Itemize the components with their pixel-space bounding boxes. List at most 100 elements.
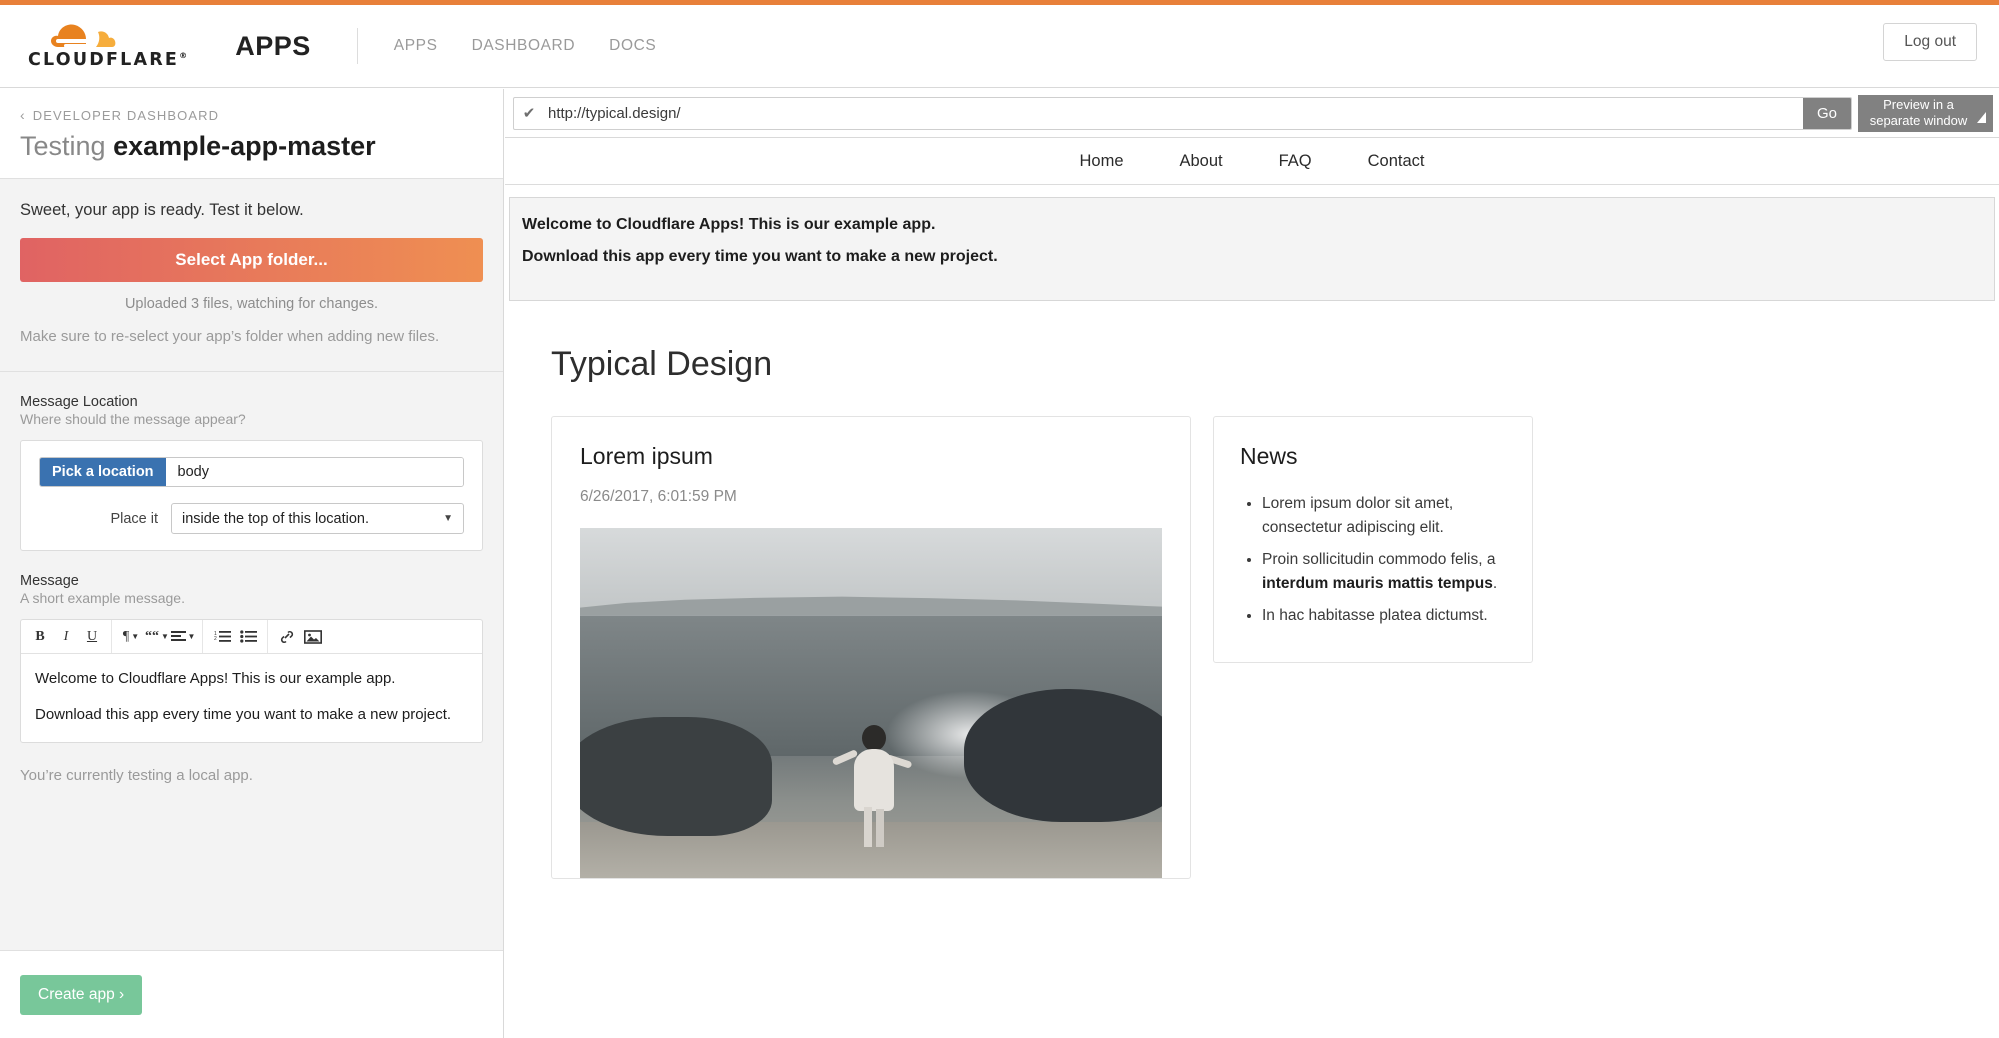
- list-item: Proin sollicitudin commodo felis, a inte…: [1262, 548, 1506, 596]
- location-selector-input[interactable]: [165, 458, 463, 486]
- italic-icon[interactable]: I: [53, 624, 79, 650]
- preview-separate-line1: Preview in a: [1883, 97, 1954, 113]
- underline-icon[interactable]: U: [79, 624, 105, 650]
- paragraph-style-icon[interactable]: ¶ ▼: [118, 624, 144, 650]
- preview-separate-line2: separate window: [1869, 113, 1968, 128]
- news-item-text: Proin sollicitudin commodo felis, a: [1262, 551, 1496, 569]
- news-title: News: [1240, 443, 1298, 469]
- injected-message-line-1: Welcome to Cloudflare Apps! This is our …: [522, 216, 936, 233]
- cloudflare-wordmark: CLOUDFLARE®: [28, 49, 190, 70]
- toolbar-group-insert: [268, 620, 332, 653]
- site-nav-link-home[interactable]: Home: [1051, 140, 1151, 183]
- place-it-label: Place it: [110, 510, 158, 527]
- photo-figure-dress: [853, 748, 894, 811]
- article-card: Lorem ipsum 6/26/2017, 6:01:59 PM: [551, 416, 1191, 879]
- site-nav-item-faq[interactable]: FAQ: [1251, 140, 1340, 183]
- breadcrumb-label: DEVELOPER DASHBOARD: [32, 107, 220, 123]
- logout-button[interactable]: Log out: [1883, 23, 1977, 61]
- local-app-note: You’re currently testing a local app.: [20, 766, 253, 784]
- editor-content[interactable]: Welcome to Cloudflare Apps! This is our …: [21, 654, 482, 742]
- align-icon[interactable]: ▼: [170, 624, 196, 650]
- url-input-wrap: ✔ Go: [513, 96, 1852, 130]
- message-label: Message: [20, 573, 79, 589]
- article-photo: [580, 528, 1162, 878]
- site-nav-list: Home About FAQ Contact: [1051, 140, 1452, 183]
- site-cards: Lorem ipsum 6/26/2017, 6:01:59 PM News •…: [551, 416, 1953, 879]
- chevron-left-icon: ‹: [20, 107, 26, 123]
- editor-paragraph-1: Welcome to Cloudflare Apps! This is our …: [35, 670, 396, 687]
- location-input-row: Pick a location: [39, 457, 464, 487]
- photo-figure: [831, 687, 913, 847]
- site-nav-item-home[interactable]: Home: [1051, 140, 1151, 183]
- field-message: Message A short example message. B I U ¶…: [20, 573, 483, 743]
- cloudflare-logo[interactable]: CLOUDFLARE®: [28, 23, 189, 70]
- link-icon[interactable]: [274, 624, 300, 650]
- site-nav-item-about[interactable]: About: [1152, 140, 1251, 183]
- rich-text-editor: B I U ¶ ▼ ““ ▼ ▼ 1 2 Welcome to Cloudfla…: [20, 619, 483, 743]
- sidebar-header: ‹ DEVELOPER DASHBOARD Testing example-ap…: [0, 89, 503, 179]
- ready-message: Sweet, your app is ready. Test it below.: [20, 201, 304, 219]
- dropdown-triangle-icon: [1977, 111, 1986, 123]
- injected-message-banner: Welcome to Cloudflare Apps! This is our …: [509, 197, 1995, 301]
- place-it-select[interactable]: inside the top of this location. ▼: [171, 503, 464, 534]
- editor-toolbar: B I U ¶ ▼ ““ ▼ ▼ 1 2: [21, 620, 482, 654]
- nav-item-docs[interactable]: DOCS: [609, 37, 656, 55]
- site-nav-item-contact[interactable]: Contact: [1340, 140, 1453, 183]
- news-item-text: In hac habitasse platea dictumst.: [1262, 607, 1488, 625]
- toolbar-group-lists: 1 2: [203, 620, 268, 653]
- site-heading: Typical Design: [551, 345, 773, 383]
- apps-wordmark: APPS: [235, 30, 311, 61]
- pick-a-location-button[interactable]: Pick a location: [40, 458, 166, 486]
- news-item-text: Lorem ipsum dolor sit amet, consectetur …: [1262, 495, 1454, 537]
- photo-rock-right: [964, 689, 1162, 822]
- news-item-bold: interdum mauris mattis tempus: [1262, 575, 1493, 593]
- article-title: Lorem ipsum: [580, 443, 713, 469]
- photo-figure-leg-left: [863, 806, 872, 847]
- list-item: Lorem ipsum dolor sit amet, consectetur …: [1262, 492, 1506, 540]
- preview-url-input[interactable]: [544, 104, 1803, 122]
- image-glyph: [304, 629, 322, 644]
- svg-text:2: 2: [214, 636, 217, 642]
- article-date: 6/26/2017, 6:01:59 PM: [580, 488, 737, 505]
- global-header: CLOUDFLARE® APPS APPS DASHBOARD DOCS Log…: [0, 5, 1999, 88]
- sidebar-footer: Create app ›: [0, 950, 503, 1038]
- image-icon[interactable]: [300, 624, 326, 650]
- site-nav-link-faq[interactable]: FAQ: [1251, 140, 1340, 183]
- site-nav-link-contact[interactable]: Contact: [1340, 140, 1453, 183]
- field-message-location: Message Location Where should the messag…: [20, 394, 483, 551]
- place-it-row: Place it inside the top of this location…: [39, 503, 464, 534]
- bold-icon[interactable]: B: [27, 624, 53, 650]
- nav-item-dashboard[interactable]: DASHBOARD: [472, 37, 576, 55]
- photo-figure-leg-right: [875, 808, 884, 847]
- options-form: Message Location Where should the messag…: [0, 372, 503, 743]
- place-it-value: inside the top of this location.: [182, 510, 370, 527]
- chevron-down-icon: ▼: [443, 513, 453, 524]
- news-card: News Lorem ipsum dolor sit amet, consect…: [1213, 416, 1533, 664]
- nav-item-apps[interactable]: APPS: [394, 37, 438, 55]
- upload-hint-text: Make sure to re-select your app’s folder…: [20, 328, 440, 345]
- header-divider: [356, 28, 358, 64]
- ordered-list-icon[interactable]: 1 2: [209, 624, 235, 650]
- cloudflare-apps-tester: CLOUDFLARE® APPS APPS DASHBOARD DOCS Log…: [0, 0, 1999, 1038]
- upload-section: Sweet, your app is ready. Test it below.…: [0, 179, 503, 372]
- ordered-list-glyph: 1 2: [214, 631, 231, 642]
- preview-separate-window-button[interactable]: Preview in a separate window: [1858, 94, 1993, 132]
- site-nav-link-about[interactable]: About: [1152, 140, 1251, 183]
- create-app-button[interactable]: Create app ›: [20, 974, 143, 1015]
- message-location-help: Where should the message appear?: [20, 411, 246, 427]
- news-item-tail: .: [1492, 575, 1498, 593]
- location-picker-box: Pick a location Place it inside the top …: [20, 440, 483, 551]
- injected-message-line-2: Download this app every time you want to…: [522, 248, 998, 265]
- checkmark-icon: ✔: [522, 105, 536, 122]
- blockquote-icon[interactable]: ““ ▼: [144, 624, 170, 650]
- link-glyph: [280, 630, 294, 643]
- toolbar-group-text-style: B I U: [21, 620, 112, 653]
- bullet-list-icon[interactable]: [235, 624, 261, 650]
- breadcrumb[interactable]: ‹ DEVELOPER DASHBOARD: [20, 107, 483, 123]
- go-button[interactable]: Go: [1803, 97, 1851, 129]
- photo-rock-left: [580, 717, 773, 836]
- select-app-folder-button[interactable]: Select App folder...: [20, 238, 483, 282]
- page-title: Testing example-app-master: [20, 131, 483, 162]
- app-config-sidebar: ‹ DEVELOPER DASHBOARD Testing example-ap…: [0, 89, 504, 1038]
- upload-status-text: Uploaded 3 files, watching for changes.: [124, 296, 379, 312]
